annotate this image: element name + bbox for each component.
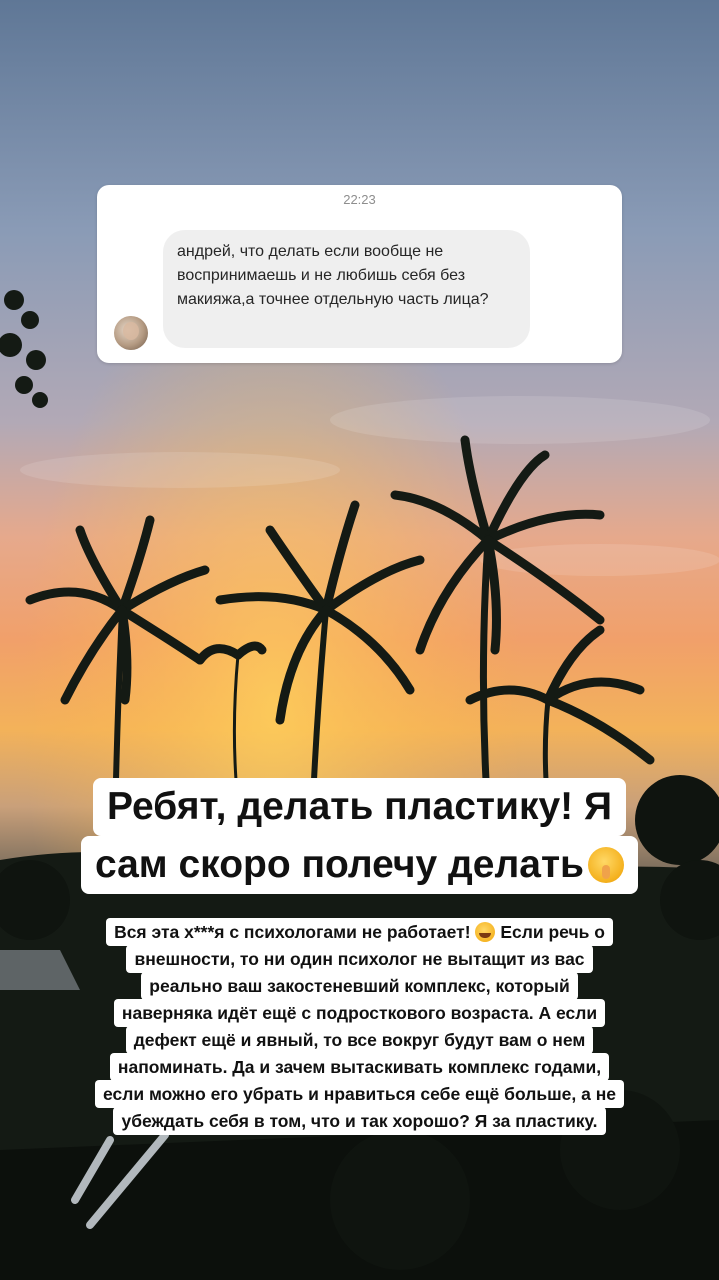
caption-small-line-5: дефект ещё и явный, то все вокруг будут … — [0, 1026, 719, 1054]
shushing-face-emoji-icon — [588, 847, 625, 883]
caption-big-line-1: Ребят, делать пластику! Я — [0, 778, 719, 836]
caption-small-text-4: наверняка идёт ещё с подросткового возра… — [113, 999, 606, 1027]
sender-avatar[interactable] — [114, 316, 148, 350]
message-text: андрей, что делать если вообще не воспри… — [177, 243, 489, 308]
caption-small-line-1: Вся эта х***я с психологами не работает!… — [0, 918, 719, 946]
caption-small-line-4: наверняка идёт ещё с подросткового возра… — [0, 999, 719, 1027]
caption-small-text-3: реально ваш закостеневший комплекс, кото… — [141, 972, 578, 1000]
message-bubble: андрей, что делать если вообще не воспри… — [163, 230, 530, 348]
caption-small-text-5: дефект ещё и явный, то все вокруг будут … — [125, 1026, 594, 1054]
message-card: 22:23 андрей, что делать если вообще не … — [97, 185, 622, 363]
caption-small-line-1-wrap: Вся эта х***я с психологами не работает!… — [106, 918, 613, 946]
caption-big-text-2-wrap: сам скоро полечу делать — [80, 836, 639, 894]
caption-small-text-8: убеждать себя в том, что и так хорошо? Я… — [113, 1107, 606, 1135]
caption-big-line-2: сам скоро полечу делать — [0, 836, 719, 894]
caption-big-text-1: Ребят, делать пластику! Я — [92, 778, 627, 836]
caption-small-text-1a: Вся эта х***я с психологами не работает! — [114, 922, 471, 942]
caption-small-line-6: напоминать. Да и зачем вытаскивать компл… — [0, 1053, 719, 1081]
caption-small-text-1b: Если речь о — [500, 922, 605, 942]
tears-of-joy-emoji-icon — [475, 922, 496, 942]
caption-big-text-2: сам скоро полечу делать — [94, 843, 585, 886]
caption-small-text-2: внешности, то ни один психолог не вытащи… — [126, 945, 593, 973]
caption-small-line-7: если можно его убрать и нравиться себе е… — [0, 1080, 719, 1108]
caption-small-line-8: убеждать себя в том, что и так хорошо? Я… — [0, 1107, 719, 1135]
caption-small-text-6: напоминать. Да и зачем вытаскивать компл… — [109, 1053, 610, 1081]
caption-small-text-7: если можно его убрать и нравиться себе е… — [94, 1080, 625, 1108]
caption-small-line-3: реально ваш закостеневший комплекс, кото… — [0, 972, 719, 1000]
message-timestamp: 22:23 — [343, 192, 376, 207]
caption-small-line-2: внешности, то ни один психолог не вытащи… — [0, 945, 719, 973]
